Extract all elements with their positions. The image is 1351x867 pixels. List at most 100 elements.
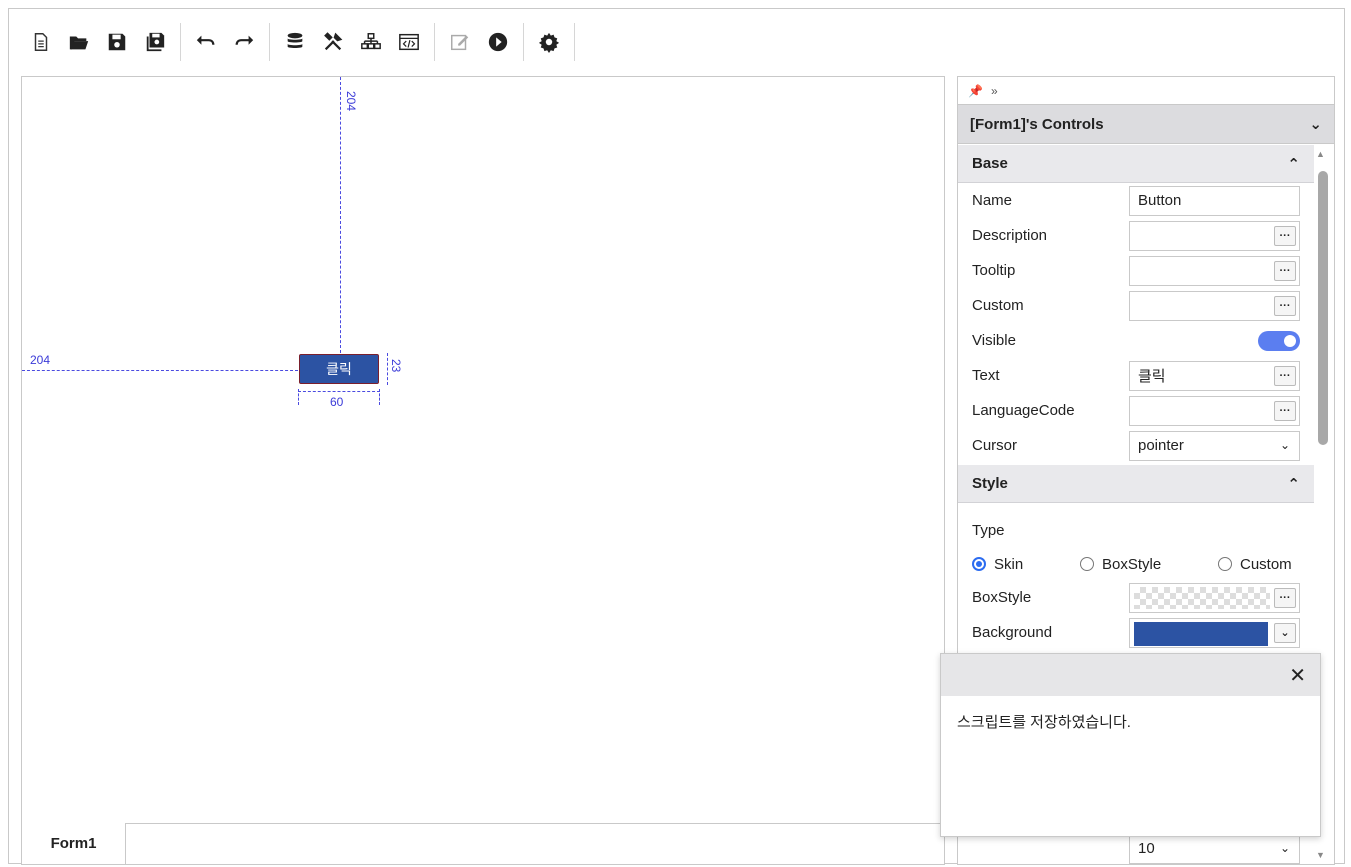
ellipsis-button[interactable]: ···	[1274, 225, 1296, 246]
prop-label: Visible	[972, 332, 1016, 349]
section-title: Base	[972, 155, 1008, 172]
radio-label: Custom	[1240, 555, 1292, 573]
description-input[interactable]: ···	[1129, 220, 1300, 251]
radio-dot	[1080, 557, 1094, 571]
prop-label: Cursor	[972, 437, 1018, 454]
edit-button[interactable]	[442, 24, 478, 60]
prop-name: Name Button	[958, 183, 1314, 218]
prop-cursor: Cursor pointer ⌄	[958, 428, 1314, 463]
height-label: 23	[389, 359, 403, 373]
width-guide-line	[298, 391, 380, 392]
undo-icon	[196, 35, 215, 45]
chevron-down-icon: ⌄	[1279, 437, 1290, 452]
save-all-icon	[146, 32, 165, 52]
settings-button[interactable]	[531, 24, 567, 60]
undo-button[interactable]	[188, 24, 224, 60]
prop-custom: Custom ···	[958, 288, 1314, 323]
hierarchy-icon	[361, 33, 381, 50]
radio-custom[interactable]: Custom	[1218, 556, 1292, 573]
text-value: 클릭	[1138, 368, 1166, 385]
toolbar-separator	[523, 23, 524, 61]
new-file-icon	[34, 33, 48, 51]
prop-label: Tooltip	[972, 262, 1016, 279]
database-icon	[287, 32, 303, 48]
save-icon	[108, 33, 126, 51]
prop-label: Custom	[972, 297, 1024, 314]
ellipsis-button[interactable]: ···	[1274, 365, 1296, 386]
text-input[interactable]: 클릭 ···	[1129, 360, 1300, 391]
section-style[interactable]: Style ⌃	[958, 465, 1314, 503]
toolbar-separator	[180, 23, 181, 61]
expand-icon[interactable]: »	[991, 84, 998, 98]
toolbar-separator	[434, 23, 435, 61]
save-all-button[interactable]	[137, 24, 173, 60]
partial-select[interactable]: 10 ⌄	[1129, 833, 1300, 864]
controls-dropdown[interactable]: [Form1]'s Controls ⌄	[958, 104, 1334, 144]
ellipsis-button[interactable]: ···	[1274, 260, 1296, 281]
form-button-control[interactable]: 클릭	[299, 354, 379, 384]
prop-description: Description ···	[958, 218, 1314, 253]
radio-dot	[1218, 557, 1232, 571]
name-input[interactable]: Button	[1129, 185, 1300, 216]
redo-button[interactable]	[226, 24, 262, 60]
prop-label: Text	[972, 367, 1000, 384]
play-button[interactable]	[480, 24, 516, 60]
boxstyle-picker[interactable]: ···	[1129, 582, 1300, 613]
prop-tooltip: Tooltip ···	[958, 253, 1314, 288]
close-icon[interactable]: ✕	[1289, 663, 1306, 688]
chevron-up-icon: ⌃	[1287, 155, 1300, 173]
background-color-picker[interactable]: ⌄	[1129, 617, 1300, 648]
section-title: Style	[972, 475, 1008, 492]
ellipsis-button[interactable]: ···	[1274, 400, 1296, 421]
scroll-thumb[interactable]	[1318, 171, 1328, 445]
tab-form1[interactable]: Form1	[22, 823, 126, 864]
database-button[interactable]	[277, 24, 313, 60]
radio-label: BoxStyle	[1102, 555, 1162, 573]
gear-icon	[538, 32, 560, 53]
chevron-down-icon[interactable]: ⌄	[1274, 622, 1296, 643]
prop-boxstyle: BoxStyle ···	[958, 580, 1314, 615]
redo-icon	[235, 35, 254, 45]
visible-toggle[interactable]	[1258, 330, 1300, 351]
height-guide	[387, 353, 388, 385]
guide-line-vertical	[340, 77, 341, 353]
prop-label: LanguageCode	[972, 402, 1075, 419]
tools-button[interactable]	[315, 24, 351, 60]
radio-label: Skin	[994, 555, 1024, 573]
tools-icon	[324, 32, 343, 51]
scroll-up-icon[interactable]: ▲	[1316, 149, 1325, 159]
prop-label: Background	[972, 624, 1053, 641]
prop-label: Type	[972, 522, 1005, 539]
open-folder-button[interactable]	[61, 24, 97, 60]
custom-input[interactable]: ···	[1129, 290, 1300, 321]
toolbar-separator	[269, 23, 270, 61]
ellipsis-button[interactable]: ···	[1274, 295, 1296, 316]
panel-title: [Form1]'s Controls	[970, 115, 1104, 133]
radio-dot	[972, 557, 986, 571]
prop-background: Background ⌄	[958, 615, 1314, 650]
prop-label: Name	[972, 192, 1013, 209]
new-file-button[interactable]	[23, 24, 59, 60]
cursor-select[interactable]: pointer ⌄	[1129, 430, 1300, 461]
left-distance-label: 204	[30, 353, 51, 367]
section-base[interactable]: Base ⌃	[958, 145, 1314, 183]
design-canvas[interactable]: 204 204 23 60 클릭 Form1	[21, 76, 945, 865]
transparent-swatch	[1134, 586, 1270, 609]
property-list: Base ⌃ Name Button Description ··· Toolt…	[958, 145, 1314, 650]
scroll-down-icon[interactable]: ▼	[1316, 850, 1325, 860]
prop-text: Text 클릭 ···	[958, 358, 1314, 393]
tooltip-input[interactable]: ···	[1129, 255, 1300, 286]
prop-visible: Visible	[958, 323, 1314, 358]
prop-type: Type	[958, 513, 1314, 548]
languagecode-input[interactable]: ···	[1129, 395, 1300, 426]
guide-line-horizontal	[22, 370, 298, 371]
prop-languagecode: LanguageCode ···	[958, 393, 1314, 428]
cursor-value: pointer	[1138, 437, 1184, 454]
radio-boxstyle[interactable]: BoxStyle	[1080, 556, 1161, 573]
pin-icon[interactable]: 📌	[968, 84, 983, 98]
code-button[interactable]	[391, 24, 427, 60]
ellipsis-button[interactable]: ···	[1274, 587, 1296, 608]
hierarchy-button[interactable]	[353, 24, 389, 60]
radio-skin[interactable]: Skin	[972, 556, 1023, 573]
save-button[interactable]	[99, 24, 135, 60]
